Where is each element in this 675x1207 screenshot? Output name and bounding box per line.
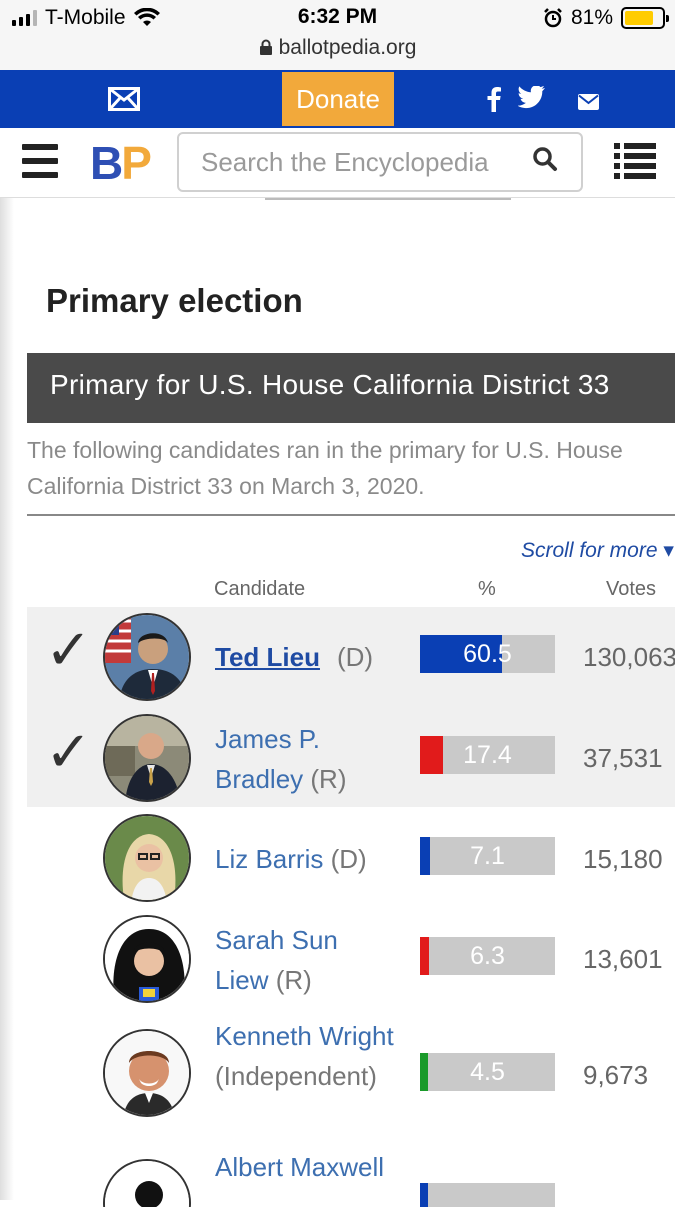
lock-icon xyxy=(259,39,272,55)
votes-value: 15,180 xyxy=(583,844,663,874)
facebook-icon[interactable] xyxy=(486,86,502,112)
section-title: Primary election xyxy=(46,282,303,319)
percent-label: 17.4 xyxy=(463,741,512,769)
percent-label: 7.1 xyxy=(470,842,505,870)
alarm-icon xyxy=(544,8,562,28)
ballotpedia-logo[interactable]: BP xyxy=(90,136,152,190)
party-label: (D) xyxy=(330,844,367,874)
percent-bar: 60.5 xyxy=(420,635,555,673)
candidate-link[interactable]: Sarah Sun Liew (R) xyxy=(215,920,385,1000)
avatar xyxy=(103,1029,191,1117)
avatar xyxy=(103,915,191,1003)
table-divider xyxy=(27,514,675,516)
battery-icon xyxy=(621,7,669,29)
percent-bar: 4.5 xyxy=(420,1053,555,1091)
battery-indicator: 81% xyxy=(543,6,669,30)
race-header: Primary for U.S. House California Distri… xyxy=(27,353,675,423)
candidate-link[interactable]: Albert Maxwell xyxy=(215,1147,405,1187)
votes-value: 9,673 xyxy=(583,1060,649,1090)
race-description: The following candidates ran in the prim… xyxy=(27,437,623,499)
mail-icon[interactable] xyxy=(108,87,140,111)
votes-value: 37,531 xyxy=(583,743,663,773)
candidate-row: Albert Maxwell xyxy=(27,1147,675,1207)
percent-bar: 6.3 xyxy=(420,937,555,975)
candidate-row: Liz Barris (D) 7.1 15,180 xyxy=(27,807,675,907)
party-label: (R) xyxy=(310,764,347,794)
candidate-link[interactable]: James P. Bradley (R) xyxy=(215,719,395,799)
scroll-for-more-link[interactable]: Scroll for more ▾ xyxy=(521,538,674,563)
party-label: (D) xyxy=(337,642,374,672)
candidate-link[interactable]: Liz Barris (D) xyxy=(215,839,367,879)
votes-value: 130,063 xyxy=(583,642,675,672)
winner-check-icon: ✓ xyxy=(45,720,92,783)
party-label: (Independent) xyxy=(215,1061,377,1091)
content-shadow xyxy=(0,198,14,1200)
percent-label: 6.3 xyxy=(470,942,505,970)
candidate-link[interactable]: Ted Lieu xyxy=(215,637,320,677)
twitter-icon[interactable] xyxy=(518,86,546,110)
candidate-row: ✓ James P. Bradley (R) 17.4 37,531 xyxy=(27,707,675,807)
votes-value: 13,601 xyxy=(583,944,663,974)
percent-bar xyxy=(420,1183,555,1207)
candidate-row: Sarah Sun Liew (R) 6.3 13,601 xyxy=(27,907,675,1007)
candidate-row: ✓ Ted Lieu (D) 60.5 130,063 xyxy=(27,607,675,707)
percent-label: 4.5 xyxy=(470,1058,505,1086)
percent-label: 60.5 xyxy=(463,640,512,668)
percent-bar: 17.4 xyxy=(420,736,555,774)
header-votes: Votes xyxy=(606,578,657,600)
candidate-link[interactable]: Kenneth Wright (Independent) xyxy=(215,1016,405,1096)
hamburger-menu-icon[interactable] xyxy=(22,144,58,178)
percent-bar: 7.1 xyxy=(420,837,555,875)
search-input[interactable] xyxy=(177,132,583,192)
url-bar[interactable]: ballotpedia.org xyxy=(0,36,675,60)
header-candidate: Candidate xyxy=(214,578,306,600)
battery-percent: 81% xyxy=(570,6,613,29)
avatar xyxy=(103,613,191,701)
party-label: (R) xyxy=(275,965,312,995)
email-icon[interactable] xyxy=(578,94,599,110)
url-text: ballotpedia.org xyxy=(278,36,417,59)
candidate-row: Kenneth Wright (Independent) 4.5 9,673 xyxy=(27,1007,675,1147)
list-menu-icon[interactable] xyxy=(614,143,656,179)
donate-button[interactable]: Donate xyxy=(282,72,394,126)
header-percent: % xyxy=(478,578,496,600)
percent-bar-fill xyxy=(420,1183,429,1207)
winner-check-icon: ✓ xyxy=(45,618,92,681)
search-icon[interactable] xyxy=(532,146,558,172)
status-bar: T-Mobile 6:32 PM 81% ballotpedia.org xyxy=(0,0,675,70)
top-divider xyxy=(265,198,511,200)
avatar xyxy=(103,714,191,802)
avatar xyxy=(103,814,191,902)
